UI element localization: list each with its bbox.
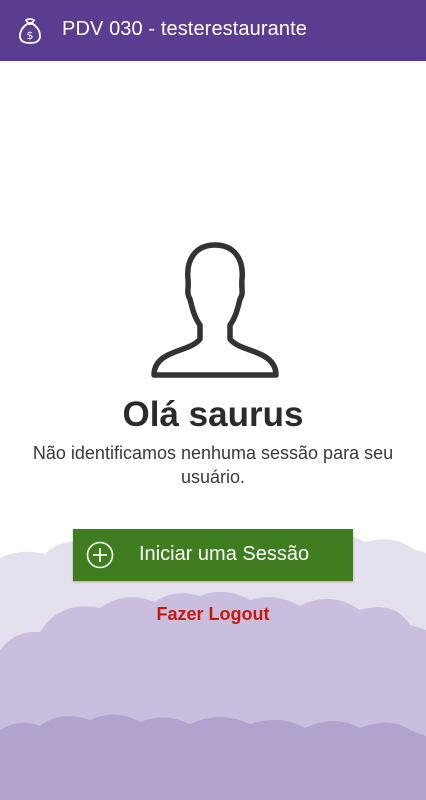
app-title: PDV 030 - testerestaurante <box>62 18 307 40</box>
app-bar: $ PDV 030 - testerestaurante <box>0 0 426 61</box>
start-session-label: Iniciar uma Sessão <box>139 543 310 565</box>
money-bag-icon[interactable]: $ <box>17 17 43 45</box>
plus-circle-icon <box>86 541 114 569</box>
logout-link[interactable]: Fazer Logout <box>0 604 426 625</box>
start-session-button[interactable]: Iniciar uma Sessão <box>73 529 353 581</box>
user-silhouette-icon <box>150 241 280 379</box>
svg-text:$: $ <box>27 29 34 42</box>
greeting-title: Olá saurus <box>122 395 304 434</box>
no-session-message: Não identificamos nenhuma sessão para se… <box>32 443 394 487</box>
